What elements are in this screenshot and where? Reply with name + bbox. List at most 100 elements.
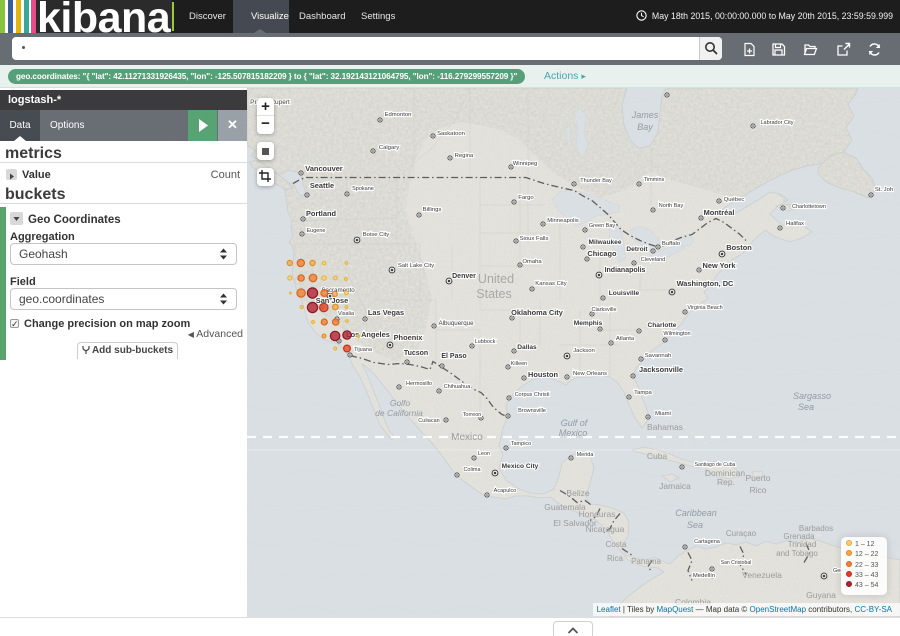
svg-text:Washington, DC: Washington, DC bbox=[677, 279, 734, 288]
svg-text:Mexico: Mexico bbox=[559, 428, 588, 438]
svg-text:Rica: Rica bbox=[607, 554, 624, 563]
svg-text:Calgary: Calgary bbox=[379, 145, 399, 151]
svg-text:and Tobago: and Tobago bbox=[776, 549, 818, 558]
svg-text:Boise City: Boise City bbox=[363, 232, 390, 238]
svg-text:Jamaica: Jamaica bbox=[659, 481, 691, 491]
svg-text:Saskatoon: Saskatoon bbox=[437, 131, 465, 137]
svg-text:El Paso: El Paso bbox=[441, 353, 466, 360]
svg-text:Trinidad: Trinidad bbox=[788, 540, 817, 549]
svg-text:Albuquerque: Albuquerque bbox=[438, 320, 474, 327]
svg-text:North Bay: North Bay bbox=[659, 203, 684, 209]
svg-text:Clarksville: Clarksville bbox=[591, 307, 616, 313]
svg-text:San Jose: San Jose bbox=[316, 296, 348, 305]
svg-text:Corpus Christi: Corpus Christi bbox=[515, 392, 550, 398]
svg-text:Phoenix: Phoenix bbox=[394, 333, 424, 342]
svg-text:Los Angeles: Los Angeles bbox=[346, 330, 390, 339]
svg-text:Leon: Leon bbox=[478, 451, 490, 457]
svg-text:Gulf of: Gulf of bbox=[561, 418, 589, 428]
svg-text:Denver: Denver bbox=[452, 273, 476, 280]
svg-text:Indianapolis: Indianapolis bbox=[605, 267, 646, 274]
svg-text:Charlottetown: Charlottetown bbox=[792, 204, 826, 210]
svg-text:Savannah: Savannah bbox=[645, 353, 672, 359]
svg-text:Louisville: Louisville bbox=[609, 290, 640, 297]
svg-text:San Cristobal: San Cristobal bbox=[721, 560, 752, 566]
svg-text:Belize: Belize bbox=[566, 488, 589, 498]
svg-text:Las Vegas: Las Vegas bbox=[368, 308, 404, 317]
svg-text:Seattle: Seattle bbox=[310, 181, 334, 190]
svg-text:Culiacan: Culiacan bbox=[418, 418, 439, 424]
svg-text:Acapulco: Acapulco bbox=[494, 488, 517, 494]
svg-text:Omaha: Omaha bbox=[522, 259, 542, 265]
svg-text:Bahamas: Bahamas bbox=[647, 422, 683, 432]
svg-text:Detroit: Detroit bbox=[626, 246, 648, 253]
svg-text:Mexico City: Mexico City bbox=[502, 463, 539, 470]
svg-text:Miami: Miami bbox=[655, 411, 671, 417]
svg-text:Bay: Bay bbox=[637, 122, 653, 132]
svg-text:Minneapolis: Minneapolis bbox=[547, 218, 578, 224]
svg-text:Caribbean: Caribbean bbox=[675, 508, 717, 518]
svg-text:de California: de California bbox=[375, 408, 423, 418]
svg-text:Boston: Boston bbox=[726, 243, 752, 252]
svg-text:Sea: Sea bbox=[798, 402, 814, 412]
svg-text:Spokane: Spokane bbox=[352, 186, 374, 192]
svg-text:Rep.: Rep. bbox=[717, 477, 735, 487]
svg-text:Québec: Québec bbox=[724, 197, 745, 203]
svg-text:Brownsville: Brownsville bbox=[518, 408, 546, 414]
svg-text:Chicago: Chicago bbox=[587, 249, 617, 258]
svg-text:Timmins: Timmins bbox=[644, 177, 665, 183]
svg-text:Guyana: Guyana bbox=[806, 590, 836, 600]
svg-text:Houston: Houston bbox=[528, 370, 558, 379]
svg-text:Sargasso: Sargasso bbox=[793, 391, 831, 401]
svg-text:Jacksonville: Jacksonville bbox=[639, 365, 683, 374]
svg-text:Hermosillo: Hermosillo bbox=[406, 381, 432, 387]
svg-text:Atlanta: Atlanta bbox=[616, 336, 635, 342]
svg-text:Green Bay: Green Bay bbox=[589, 223, 616, 229]
svg-text:Tampico: Tampico bbox=[511, 441, 531, 447]
svg-text:Wilmington: Wilmington bbox=[663, 331, 690, 337]
svg-text:Killeen: Killeen bbox=[511, 361, 528, 367]
svg-text:Halifax: Halifax bbox=[786, 221, 804, 227]
svg-text:Jackson: Jackson bbox=[573, 348, 595, 354]
svg-text:Vancouver: Vancouver bbox=[305, 164, 343, 173]
svg-text:Cuba: Cuba bbox=[647, 451, 668, 461]
svg-text:Buffalo: Buffalo bbox=[662, 241, 681, 247]
svg-text:Billings: Billings bbox=[423, 207, 442, 213]
svg-text:Visalia: Visalia bbox=[338, 311, 355, 317]
svg-text:Chihuahua: Chihuahua bbox=[444, 384, 472, 390]
svg-text:Kansas City: Kansas City bbox=[535, 281, 566, 287]
svg-text:Charlotte: Charlotte bbox=[648, 322, 677, 329]
svg-text:Rico: Rico bbox=[749, 485, 766, 495]
svg-text:Mexico: Mexico bbox=[451, 432, 483, 443]
svg-text:Winnipeg: Winnipeg bbox=[513, 161, 538, 167]
svg-text:Puerto: Puerto bbox=[745, 473, 770, 483]
svg-text:Dallas: Dallas bbox=[517, 344, 537, 351]
svg-text:Venezuela: Venezuela bbox=[742, 570, 782, 580]
svg-text:Torreon: Torreon bbox=[463, 412, 482, 418]
svg-text:New Orleans: New Orleans bbox=[573, 371, 607, 377]
svg-text:Salt Lake City: Salt Lake City bbox=[398, 263, 434, 269]
svg-text:New York: New York bbox=[703, 261, 737, 270]
svg-text:Merida: Merida bbox=[577, 452, 595, 458]
svg-text:Curaçao: Curaçao bbox=[726, 529, 757, 538]
svg-text:Memphis: Memphis bbox=[574, 320, 603, 327]
svg-text:Virginia Beach: Virginia Beach bbox=[687, 305, 722, 311]
svg-text:Milwaukee: Milwaukee bbox=[589, 239, 622, 246]
svg-text:Tucson: Tucson bbox=[404, 350, 428, 357]
svg-text:Labrador City: Labrador City bbox=[760, 120, 793, 126]
svg-text:Eugene: Eugene bbox=[307, 228, 326, 234]
svg-text:Regina: Regina bbox=[455, 153, 474, 159]
svg-text:Fargo: Fargo bbox=[518, 195, 534, 201]
svg-text:Edmonton: Edmonton bbox=[385, 112, 412, 118]
svg-text:Cleveland: Cleveland bbox=[641, 257, 665, 263]
svg-text:Lubbock: Lubbock bbox=[475, 339, 496, 345]
svg-text:James: James bbox=[631, 110, 659, 120]
svg-text:Sea: Sea bbox=[687, 520, 703, 530]
svg-text:Panama: Panama bbox=[631, 557, 661, 566]
svg-text:United: United bbox=[478, 272, 514, 286]
svg-text:Sioux Falls: Sioux Falls bbox=[520, 236, 549, 242]
svg-text:Nicaragua: Nicaragua bbox=[586, 524, 625, 534]
svg-text:Tijuana: Tijuana bbox=[354, 347, 373, 353]
svg-text:Thunder Bay: Thunder Bay bbox=[580, 178, 612, 184]
svg-text:Medellín: Medellín bbox=[693, 573, 715, 579]
svg-text:St. Joh: St. Joh bbox=[875, 187, 893, 193]
